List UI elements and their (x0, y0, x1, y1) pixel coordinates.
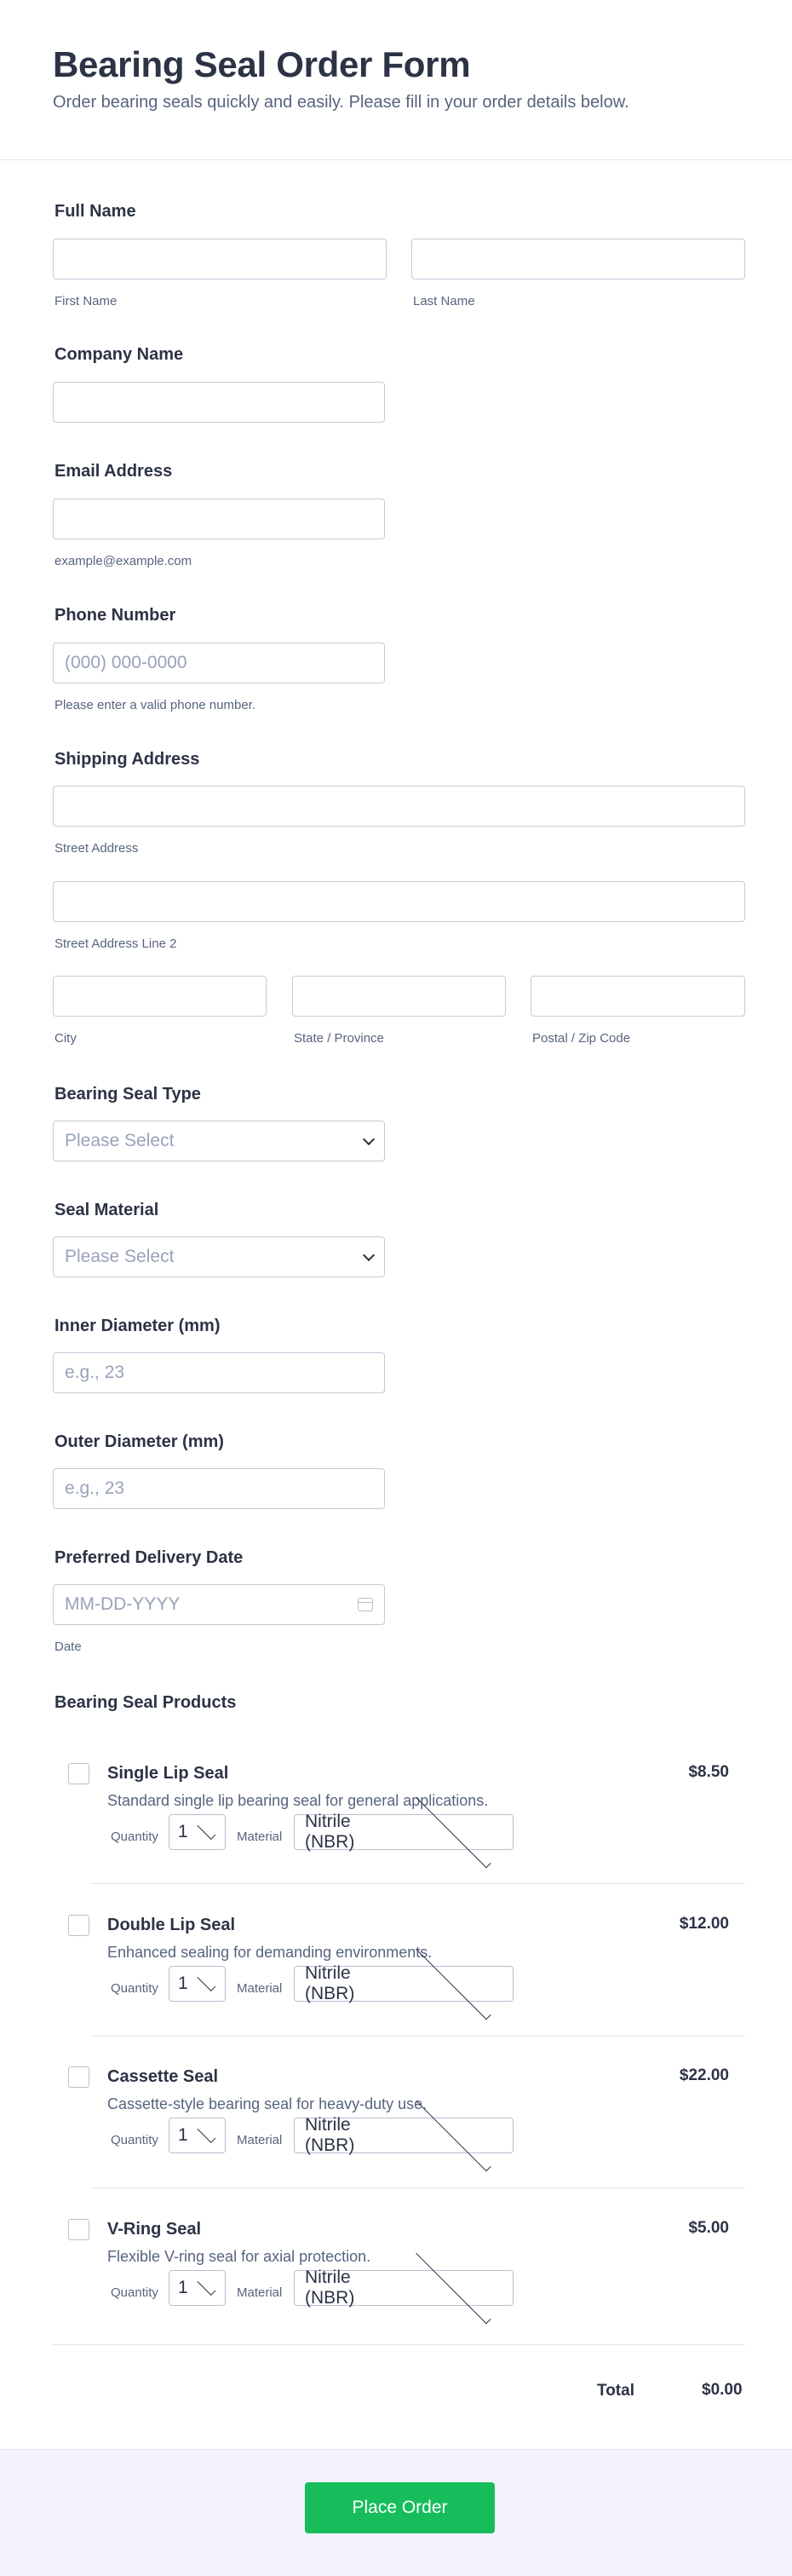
quantity-select[interactable]: 1 (169, 1966, 226, 2002)
chevron-down-icon (415, 2095, 491, 2171)
delivery-date-label: Preferred Delivery Date (55, 1548, 244, 1567)
total-value: $0.00 (702, 2381, 743, 2399)
form-title: Bearing Seal Order Form (53, 44, 471, 84)
chevron-down-icon (197, 1820, 216, 1840)
material-label: Material (237, 2133, 283, 2147)
street-address-input[interactable] (53, 786, 745, 827)
outer-diameter-label: Outer Diameter (mm) (55, 1432, 224, 1451)
outer-diameter-input[interactable] (53, 1468, 385, 1509)
phone-sublabel: Please enter a valid phone number. (55, 698, 255, 712)
product-price: $12.00 (679, 1915, 729, 1933)
chevron-down-icon (362, 1248, 376, 1261)
quantity-label: Quantity (111, 2133, 158, 2147)
quantity-select[interactable]: 1 (169, 1814, 226, 1850)
material-value: Nitrile (NBR) (305, 2268, 355, 2308)
quantity-value: 1 (178, 1974, 188, 1993)
inner-diameter-input[interactable] (53, 1352, 385, 1393)
zip-input[interactable] (531, 976, 745, 1017)
quantity-label: Quantity (111, 2285, 158, 2300)
total-label: Total (597, 2382, 634, 2400)
chevron-down-icon (415, 2248, 491, 2324)
product-name: Single Lip Seal (107, 1764, 229, 1783)
product-description: Cassette-style bearing seal for heavy-du… (107, 2095, 428, 2112)
quantity-label: Quantity (111, 1981, 158, 1996)
seal-type-label: Bearing Seal Type (55, 1085, 201, 1104)
product-name: V-Ring Seal (107, 2220, 202, 2239)
products-divider (53, 2344, 745, 2345)
product-checkbox[interactable] (68, 1915, 89, 1936)
delivery-date-placeholder: MM-DD-YYYY (65, 1594, 181, 1614)
phone-label: Phone Number (55, 606, 176, 625)
zip-sublabel: Postal / Zip Code (532, 1031, 631, 1046)
product-checkbox[interactable] (68, 1763, 89, 1784)
material-value: Nitrile (NBR) (305, 1963, 355, 2003)
material-label: Material (237, 1830, 283, 1844)
form-footer: Place Order (0, 2449, 792, 2576)
quantity-value: 1 (178, 2278, 188, 2297)
chevron-down-icon (362, 1132, 376, 1145)
last-name-sublabel: Last Name (413, 294, 475, 308)
material-select[interactable]: Nitrile (NBR) (294, 2248, 514, 2324)
seal-type-value: Please Select (65, 1131, 175, 1150)
chevron-down-icon (197, 2276, 216, 2296)
material-label: Material (237, 1981, 283, 1996)
street-address-line2-input[interactable] (53, 881, 745, 922)
quantity-value: 1 (178, 2125, 188, 2145)
product-price: $22.00 (679, 2066, 729, 2084)
products-label: Bearing Seal Products (55, 1693, 237, 1712)
chevron-down-icon (415, 1944, 491, 2020)
material-select[interactable]: Nitrile (NBR) (294, 2095, 514, 2171)
product-name: Cassette Seal (107, 2067, 219, 2086)
company-name-input[interactable] (53, 382, 385, 423)
product-price: $5.00 (688, 2219, 729, 2237)
quantity-select[interactable]: 1 (169, 2118, 226, 2153)
delivery-date-input[interactable]: MM-DD-YYYY (53, 1584, 385, 1625)
city-sublabel: City (55, 1031, 77, 1046)
seal-material-label: Seal Material (55, 1201, 159, 1219)
material-value: Nitrile (NBR) (305, 1812, 355, 1852)
seal-material-select[interactable]: Please Select (53, 1236, 385, 1277)
product-description: Flexible V-ring seal for axial protectio… (107, 2248, 371, 2265)
first-name-input[interactable] (53, 239, 387, 279)
material-value: Nitrile (NBR) (305, 2115, 355, 2155)
city-input[interactable] (53, 976, 267, 1017)
material-select[interactable]: Nitrile (NBR) (294, 1792, 514, 1868)
form-subtitle: Order bearing seals quickly and easily. … (53, 93, 629, 112)
first-name-sublabel: First Name (55, 294, 118, 308)
phone-input[interactable] (53, 643, 385, 683)
product-name: Double Lip Seal (107, 1916, 236, 1934)
seal-material-value: Please Select (65, 1247, 175, 1266)
product-divider (90, 2187, 745, 2188)
company-name-label: Company Name (55, 345, 184, 364)
calendar-icon[interactable] (358, 1598, 373, 1611)
chevron-down-icon (197, 2124, 216, 2143)
product-description: Enhanced sealing for demanding environme… (107, 1944, 433, 1961)
quantity-value: 1 (178, 1822, 188, 1841)
form-header: Bearing Seal Order Form Order bearing se… (0, 0, 792, 160)
last-name-input[interactable] (411, 239, 745, 279)
quantity-label: Quantity (111, 1830, 158, 1844)
product-price: $8.50 (688, 1763, 729, 1781)
street-address-sublabel: Street Address (55, 841, 139, 856)
seal-type-select[interactable]: Please Select (53, 1121, 385, 1161)
state-sublabel: State / Province (294, 1031, 384, 1046)
email-label: Email Address (55, 462, 173, 481)
material-select[interactable]: Nitrile (NBR) (294, 1944, 514, 2020)
product-divider (90, 1883, 745, 1884)
delivery-date-sublabel: Date (55, 1640, 82, 1654)
product-checkbox[interactable] (68, 2219, 89, 2240)
shipping-address-label: Shipping Address (55, 750, 200, 769)
product-divider (90, 2036, 745, 2037)
place-order-button[interactable]: Place Order (305, 2482, 495, 2533)
product-checkbox[interactable] (68, 2066, 89, 2088)
street-address-line2-sublabel: Street Address Line 2 (55, 936, 177, 951)
material-label: Material (237, 2285, 283, 2300)
full-name-label: Full Name (55, 202, 136, 221)
email-sublabel: example@example.com (55, 554, 192, 568)
chevron-down-icon (197, 1972, 216, 1991)
quantity-select[interactable]: 1 (169, 2270, 226, 2306)
email-input[interactable] (53, 498, 385, 539)
state-input[interactable] (292, 976, 506, 1017)
inner-diameter-label: Inner Diameter (mm) (55, 1317, 221, 1335)
